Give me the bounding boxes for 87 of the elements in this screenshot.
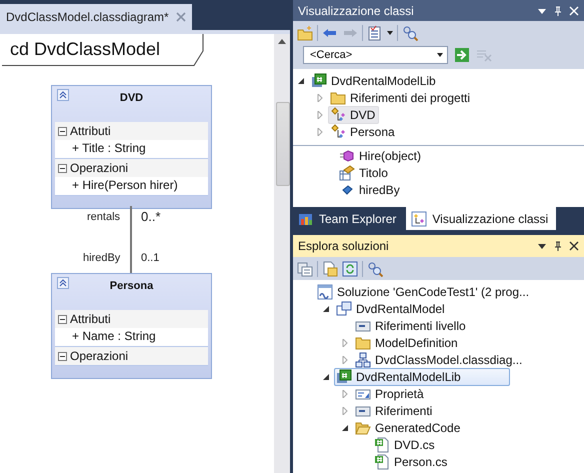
tree-item[interactable]: DvdRentalModel: [334, 300, 449, 318]
scrollbar[interactable]: [274, 34, 290, 473]
tree-item[interactable]: Proprietà: [353, 384, 428, 403]
search-icon[interactable]: [402, 24, 418, 41]
expanded-arrow-icon[interactable]: [297, 76, 305, 85]
scrollbar-thumb[interactable]: [276, 102, 290, 186]
expanded-arrow-icon[interactable]: [322, 304, 330, 313]
member-item[interactable]: Hire(object): [337, 147, 426, 166]
dropdown-arrow-icon[interactable]: [437, 52, 443, 57]
compartment-title: Operazioni: [70, 161, 128, 175]
class-member: + Title : String: [71, 140, 147, 157]
dropdown-arrow-icon[interactable]: [387, 30, 393, 35]
open-folder-icon: [355, 420, 371, 436]
multiplicity-label: 0..*: [141, 209, 161, 224]
folder-icon: [330, 90, 346, 106]
property-icon: [339, 165, 355, 182]
show-files-icon[interactable]: [322, 260, 338, 277]
tree-item[interactable]: Person.cs: [372, 452, 452, 471]
class-name: DVD: [120, 92, 144, 106]
csharp-file-icon: [374, 436, 390, 453]
collapsed-arrow-icon[interactable]: [316, 128, 324, 136]
tree-item[interactable]: Riferimenti livello: [353, 316, 470, 335]
refresh-icon[interactable]: [342, 260, 358, 277]
expanded-arrow-icon[interactable]: [341, 424, 349, 432]
collapsed-arrow-icon[interactable]: [316, 94, 324, 102]
collapsed-arrow-icon[interactable]: [341, 390, 349, 398]
model-project-icon: [336, 300, 352, 317]
document-tab[interactable]: DvdClassModel.classdiagram*: [0, 4, 192, 30]
tree-item[interactable]: ModelDefinition: [353, 334, 462, 352]
class-view-icon: [411, 210, 428, 227]
role-label: rentals: [87, 211, 120, 223]
collapse-icon[interactable]: [58, 126, 67, 136]
csharp-project-icon: [311, 72, 327, 89]
collapsed-arrow-icon[interactable]: [316, 110, 324, 119]
class-icon: [330, 106, 346, 123]
search-combo[interactable]: <Cerca>: [303, 46, 448, 64]
tree-item[interactable]: Soluzione 'GenCodeTest1' (2 prog...: [315, 282, 534, 301]
tree-item[interactable]: Riferimenti: [353, 402, 436, 420]
tree-item[interactable]: DvdClassModel.classdiag...: [353, 350, 526, 369]
collapsed-arrow-icon[interactable]: [341, 338, 349, 347]
pane-title: Visualizzazione classi: [298, 4, 414, 18]
csharp-file-icon: [374, 454, 390, 470]
method-icon: [339, 148, 355, 164]
pin-icon[interactable]: [553, 241, 563, 252]
tree-item[interactable]: DvdRentalModelLib: [334, 368, 510, 386]
member-item[interactable]: hiredBy: [337, 181, 404, 200]
diagram-frame-label: cd DvdClassModel: [10, 39, 160, 60]
role-label: hiredBy: [83, 252, 120, 264]
tree-item[interactable]: Riferimenti dei progetti: [328, 88, 474, 107]
compartment-title: Operazioni: [70, 349, 128, 363]
pane-title: Esplora soluzioni: [298, 239, 389, 254]
panel-tab[interactable]: Team Explorer: [293, 208, 404, 230]
multiplicity-label: 0..1: [141, 252, 160, 264]
class-shape[interactable]: Persona Attributi + Name : String Operazioni: [51, 273, 212, 379]
properties-list-icon[interactable]: [297, 260, 313, 277]
collapse-icon[interactable]: [57, 277, 69, 289]
collapse-icon[interactable]: [58, 164, 67, 172]
collapse-icon[interactable]: [58, 352, 67, 360]
compartment-title: Attributi: [70, 312, 111, 326]
search-icon[interactable]: [367, 260, 383, 277]
csharp-project-icon: [336, 368, 352, 385]
expanded-arrow-icon[interactable]: [322, 372, 330, 381]
class-shape[interactable]: DVD Attributi + Title : String Operazioni + Hire(Person hirer): [51, 85, 212, 209]
solution-icon: [317, 284, 333, 300]
diagram-icon: [355, 352, 371, 368]
dropdown-arrow-icon[interactable]: [537, 241, 547, 252]
class-member: + Name : String: [71, 328, 157, 345]
tree-item[interactable]: DVD.cs: [372, 436, 439, 454]
class-icon: [330, 124, 346, 140]
collapsed-arrow-icon[interactable]: [341, 406, 349, 415]
collapse-icon[interactable]: [58, 314, 67, 324]
panel-tab[interactable]: Visualizzazione classi: [406, 207, 556, 230]
compartment-title: Attributi: [70, 124, 111, 138]
collapse-icon[interactable]: [57, 89, 69, 101]
tree-item[interactable]: Persona: [328, 122, 399, 141]
close-icon[interactable]: [569, 241, 579, 252]
tree-item[interactable]: DVD: [328, 106, 380, 124]
class-member: + Hire(Person hirer): [71, 177, 179, 194]
team-icon: [298, 211, 314, 228]
tree-item[interactable]: GeneratedCode: [353, 418, 464, 437]
tree-item[interactable]: DvdRentalModelLib: [309, 72, 440, 90]
scroll-up-arrow-icon[interactable]: [278, 38, 286, 44]
folder-icon: [355, 334, 371, 351]
member-item[interactable]: Titolo: [337, 164, 392, 182]
list-settings-icon[interactable]: [367, 24, 383, 41]
class-name: Persona: [110, 280, 154, 294]
collapsed-arrow-icon[interactable]: [341, 356, 349, 364]
